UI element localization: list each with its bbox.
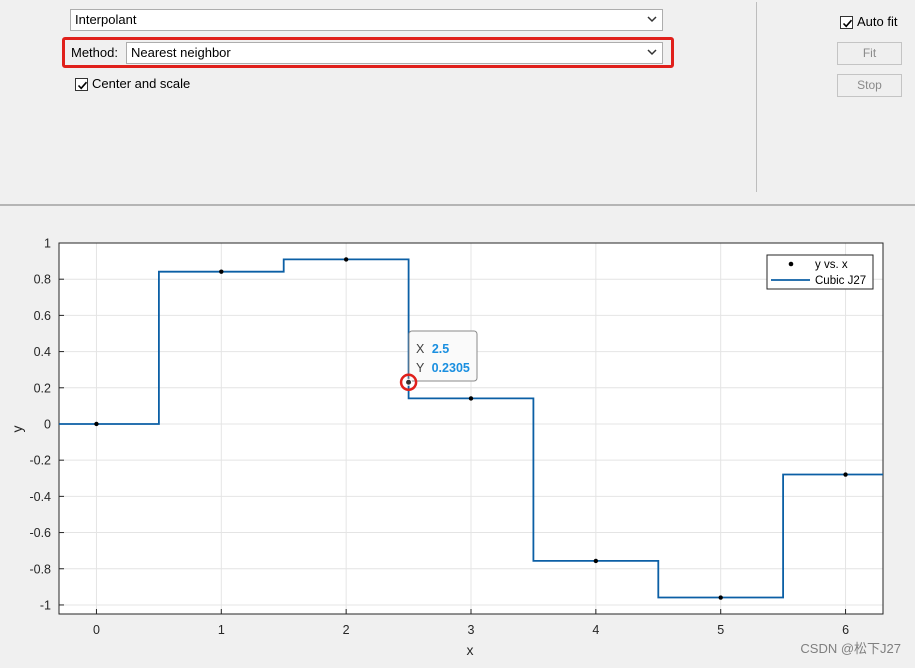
- datatip-marker[interactable]: [405, 378, 413, 386]
- x-tick-label: 2: [343, 623, 350, 637]
- y-tick-label: -0.2: [29, 454, 51, 468]
- data-point[interactable]: [343, 257, 349, 262]
- checkmark-icon: [77, 81, 88, 89]
- auto-fit-checkbox[interactable]: [840, 15, 853, 29]
- data-point[interactable]: [468, 396, 474, 401]
- y-tick-label: 0: [44, 417, 51, 431]
- chevron-down-icon: [647, 16, 657, 23]
- datatip-x-label: X: [416, 342, 425, 356]
- fit-button[interactable]: Fit: [837, 42, 902, 65]
- auto-fit-label: Auto fit: [857, 14, 898, 29]
- data-point[interactable]: [843, 472, 848, 477]
- method-dropdown[interactable]: Nearest neighbor: [126, 42, 663, 64]
- x-tick-label: 5: [717, 623, 724, 637]
- y-tick-label: 1: [44, 237, 51, 251]
- y-tick-label: -0.6: [29, 526, 51, 540]
- data-point[interactable]: [593, 558, 599, 564]
- datatip-y-label: Y: [416, 361, 425, 375]
- datatip-x: X 2.5: [416, 342, 449, 356]
- datatip-y-value: 0.2305: [432, 361, 470, 375]
- y-tick-label: 0.6: [34, 309, 51, 323]
- data-point[interactable]: [219, 269, 224, 274]
- center-scale-checkbox[interactable]: [75, 77, 88, 91]
- checkmark-icon: [842, 19, 853, 27]
- x-axis-label: x: [467, 642, 474, 658]
- y-tick-label: -0.8: [29, 562, 51, 576]
- x-tick-label: 0: [93, 623, 100, 637]
- fit-plot[interactable]: 0 1 2 3 4 5 6-1-0.8-0.6-0.4-0.200.20.40.60.81 …: [0, 207, 915, 665]
- center-scale-label: Center and scale: [92, 76, 191, 91]
- y-tick-label: 0.4: [34, 345, 51, 359]
- legend-label-points: y vs. x: [815, 259, 848, 271]
- chevron-down-icon: [647, 49, 657, 56]
- x-tick-label: 4: [592, 623, 599, 637]
- x-tick-label: 1: [218, 623, 225, 637]
- y-tick-label: -0.4: [29, 490, 51, 504]
- y-axis-label: y: [9, 426, 25, 433]
- y-tick-label: -1: [40, 598, 51, 612]
- datatip[interactable]: X 2.5 Y 0.2305: [399, 330, 478, 392]
- x-tick-label: 6: [842, 623, 849, 637]
- y-tick-label: 0.2: [34, 381, 51, 395]
- x-tick-label: 3: [468, 623, 475, 637]
- y-tick-label: 0.8: [34, 273, 51, 287]
- legend[interactable]: y vs. x Cubic J27: [766, 254, 874, 290]
- legend-label-line: Cubic J27: [815, 275, 866, 287]
- legend-marker-points: [788, 261, 794, 267]
- auto-fit-option[interactable]: Auto fit: [840, 14, 897, 30]
- panel-splitter[interactable]: [0, 204, 915, 206]
- watermark: CSDN @松下J27: [800, 641, 901, 656]
- fit-options-panel: Interpolant Method: Nearest neighbor Cen…: [0, 0, 915, 199]
- panel-divider: [756, 2, 757, 192]
- fit-type-dropdown[interactable]: Interpolant: [70, 9, 663, 31]
- data-point[interactable]: [94, 421, 99, 427]
- method-label: Method:: [71, 45, 118, 60]
- data-point[interactable]: [718, 595, 723, 600]
- method-value: Nearest neighbor: [131, 45, 231, 60]
- center-scale-option[interactable]: Center and scale: [75, 76, 190, 92]
- stop-button[interactable]: Stop: [837, 74, 902, 97]
- datatip-x-value: 2.5: [432, 342, 449, 356]
- plot-panel: 0 1 2 3 4 5 6 -1 -0.8 -0.6 -0.4 -0.2 0 0.2 0.4 0.6 0.8 1 …: [0, 207, 915, 665]
- datatip-y: Y 0.2305: [416, 361, 470, 375]
- fit-type-value: Interpolant: [75, 12, 137, 27]
